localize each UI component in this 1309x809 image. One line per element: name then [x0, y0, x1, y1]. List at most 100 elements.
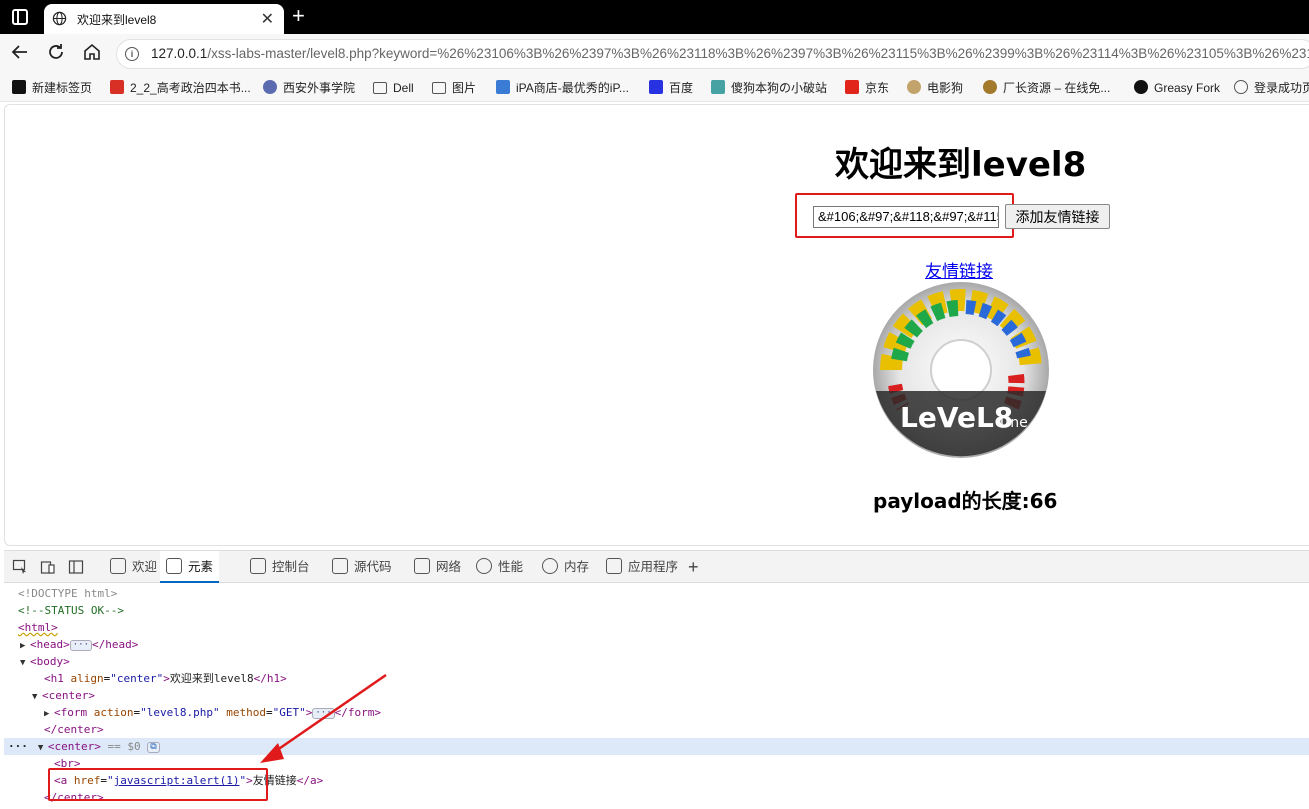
level8-cd-image: LeVeL8 Une: [873, 282, 1049, 458]
square-icon: [12, 80, 26, 94]
bookmark-label: 图片: [452, 81, 477, 95]
bookmark-12[interactable]: 登录成功页: [1234, 79, 1309, 97]
globe-icon: [52, 11, 67, 26]
bookmark-label: 傻狗本狗の小破站: [731, 81, 828, 95]
url-text: 127.0.0.1/xss-labs-master/level8.php?key…: [151, 46, 1309, 61]
application-icon: [606, 558, 622, 574]
bookmark-0[interactable]: 新建标签页: [12, 79, 92, 97]
performance-icon: [476, 558, 492, 574]
bookmark-1[interactable]: 2_2_高考政治四本书...: [110, 79, 251, 97]
baidu-icon: [649, 80, 663, 94]
tab-label: 欢迎: [132, 560, 158, 574]
bookmark-7[interactable]: 傻狗本狗の小破站: [711, 79, 827, 97]
welcome-icon: [110, 558, 126, 574]
bookmark-label: 2_2_高考政治四本书...: [130, 81, 251, 95]
tab-application[interactable]: 应用程序: [600, 551, 684, 583]
new-tab-icon[interactable]: +: [292, 4, 305, 28]
tab-label: 应用程序: [628, 560, 679, 574]
bookmark-5[interactable]: iPA商店-最优秀的iP...: [496, 79, 629, 97]
bookmark-11[interactable]: Greasy Fork: [1134, 79, 1220, 97]
dom-center-1-close[interactable]: </center>: [44, 721, 1309, 738]
add-link-button[interactable]: 添加友情链接: [1005, 204, 1110, 229]
greasyfork-icon: [1134, 80, 1148, 94]
dom-doctype[interactable]: <!DOCTYPE html>: [18, 585, 1309, 602]
anchor-highlight-box: [48, 768, 268, 801]
bookmark-9[interactable]: 电影狗: [907, 79, 963, 97]
tab-label: 网络: [436, 560, 462, 574]
page-viewport: 欢迎来到level8 &#106;&#97;&#118;&#97;&#115;&…: [4, 104, 1309, 546]
bookmark-10[interactable]: 厂长资源 – 在线免...: [983, 79, 1110, 97]
dom-h1[interactable]: <h1 align="center">欢迎来到level8</h1>: [44, 670, 1309, 687]
add-tool-icon[interactable]: +: [688, 551, 699, 583]
address-bar[interactable]: i 127.0.0.1/xss-labs-master/level8.php?k…: [116, 39, 1309, 69]
dom-center-1[interactable]: ▼ <center>: [32, 687, 1309, 704]
dom-form[interactable]: ▶ <form action="level8.php" method="GET">…: [44, 704, 1309, 721]
info-icon[interactable]: i: [125, 47, 139, 61]
reload-icon[interactable]: [44, 42, 68, 66]
keyword-input[interactable]: &#106;&#97;&#118;&#97;&#115;&#99;&#114;&…: [813, 206, 999, 228]
bookmark-label: 京东: [865, 81, 890, 95]
bookmark-label: iPA商店-最优秀的iP...: [516, 81, 629, 95]
tab-label: 控制台: [272, 560, 310, 574]
bookmark-8[interactable]: 京东: [845, 79, 889, 97]
bookmark-label: 厂长资源 – 在线免...: [1003, 81, 1111, 95]
tab-memory[interactable]: 内存: [536, 551, 595, 583]
dom-comment[interactable]: <!--STATUS OK-->: [18, 602, 1309, 619]
school-icon: [263, 80, 277, 94]
dom-tree: <!DOCTYPE html> <!--STATUS OK--> <html> …: [4, 583, 1309, 809]
triangle-icon: [711, 80, 725, 94]
tab-elements[interactable]: 元素: [160, 551, 220, 583]
page-heading: 欢迎来到level8: [835, 145, 1087, 185]
tab-network[interactable]: 网络: [408, 551, 467, 583]
tab-label: 源代码: [354, 560, 392, 574]
badge-icon: [983, 80, 997, 94]
bookmark-6[interactable]: 百度: [649, 79, 693, 97]
bookmark-3[interactable]: Dell: [373, 79, 414, 97]
globe-icon: [1234, 80, 1248, 94]
url-host: 127.0.0.1: [151, 46, 208, 61]
bookmark-label: Dell: [393, 81, 414, 95]
bookmark-label: 百度: [669, 81, 694, 95]
url-path: /xss-labs-master/level8.php?keyword=%26%…: [207, 46, 1309, 61]
tab-title: 欢迎来到level8: [77, 13, 157, 27]
navigation-bar: i 127.0.0.1/xss-labs-master/level8.php?k…: [0, 34, 1309, 74]
elements-icon: [166, 558, 182, 574]
devtools-toolbar: 欢迎 元素 控制台 源代码 网络 性能 内存 应用程序 +: [4, 551, 1309, 583]
dom-html[interactable]: <html>: [18, 619, 1309, 636]
devtools-panel: 欢迎 元素 控制台 源代码 网络 性能 内存 应用程序 + <!DOCTYPE html> <…: [4, 550, 1309, 808]
jd-icon: [845, 80, 859, 94]
folder-icon: [373, 82, 387, 94]
tab-sources[interactable]: 源代码: [326, 551, 398, 583]
payload-length-text: payload的长度:66: [873, 489, 1058, 513]
tab-strip: 欢迎来到level8 ✕ +: [0, 0, 1309, 34]
tab-actions-icon[interactable]: [12, 9, 28, 25]
network-icon: [414, 558, 430, 574]
dom-body[interactable]: ▼ <body>: [20, 653, 1309, 670]
device-emulation-icon[interactable]: [40, 559, 56, 575]
back-icon[interactable]: [8, 42, 32, 66]
friend-link[interactable]: 友情链接: [925, 257, 993, 282]
bookmark-label: 西安外事学院: [283, 81, 356, 95]
bookmark-label: Greasy Fork: [1154, 81, 1221, 95]
tab-performance[interactable]: 性能: [470, 551, 529, 583]
bookmark-4[interactable]: 图片: [432, 79, 476, 97]
tab-welcome[interactable]: 欢迎: [104, 551, 163, 583]
bookmarks-bar: 新建标签页 2_2_高考政治四本书... 西安外事学院 Dell 图片 iPA商店-最优秀…: [0, 74, 1309, 102]
sources-icon: [332, 558, 348, 574]
console-icon: [250, 558, 266, 574]
tab-label: 元素: [188, 560, 214, 574]
browser-tab[interactable]: 欢迎来到level8 ✕: [44, 4, 284, 34]
home-icon[interactable]: [80, 42, 104, 66]
dom-head[interactable]: ▶ <head> ··· </head>: [20, 636, 1309, 653]
cd-title: LeVeL8: [900, 401, 1013, 434]
bookmark-label: 新建标签页: [32, 81, 93, 95]
tab-console[interactable]: 控制台: [244, 551, 316, 583]
cd-subtitle: Une: [1000, 415, 1028, 431]
bookmark-label: 登录成功页: [1254, 81, 1309, 95]
folder-icon: [432, 82, 446, 94]
tab-close-icon[interactable]: ✕: [261, 9, 274, 29]
bookmark-2[interactable]: 西安外事学院: [263, 79, 355, 97]
inspect-icon[interactable]: [12, 559, 28, 575]
dock-side-icon[interactable]: [68, 559, 84, 575]
dom-center-2-selected[interactable]: ··· ▼ <center> == $0 ⧉: [4, 738, 1309, 755]
